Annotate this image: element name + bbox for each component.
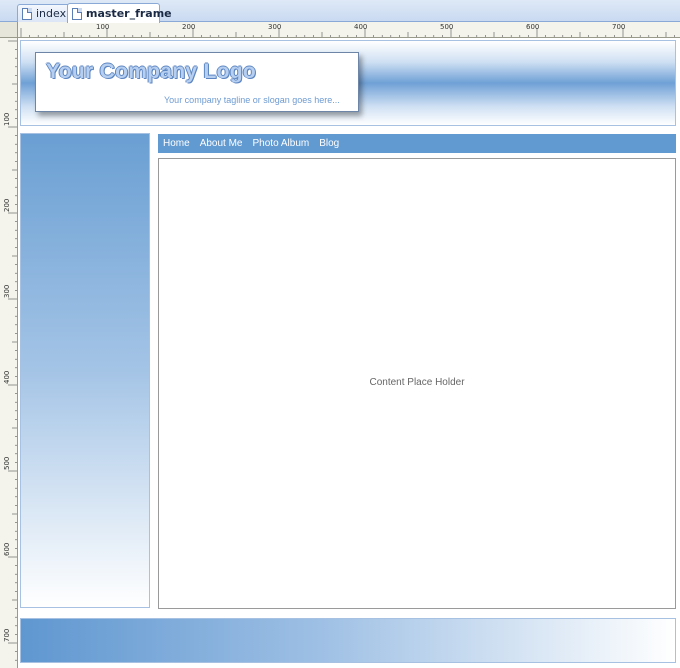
ruler-label: 600 — [3, 543, 11, 556]
tab-master-frame[interactable]: master_frame — [67, 3, 172, 23]
ruler-label: 500 — [3, 457, 11, 470]
tab-label: master_frame — [86, 7, 172, 20]
ruler-label: 400 — [354, 23, 367, 31]
designer-window: index master_frame 100 200 300 400 500 600 700… — [0, 0, 680, 668]
content-placeholder-label: Content Place Holder — [369, 377, 465, 388]
horizontal-ruler-ticks: 100 200 300 400 500 600 700 — [20, 23, 675, 37]
ruler-label: 700 — [3, 629, 11, 642]
ruler-label: 100 — [96, 23, 109, 31]
ruler-label: 100 — [3, 113, 11, 126]
nav-photo-album[interactable]: Photo Album — [253, 138, 310, 149]
nav-about-me[interactable]: About Me — [200, 138, 243, 149]
logo-box[interactable]: Your Company Logo Your company tagline o… — [35, 52, 359, 112]
ruler-label: 300 — [268, 23, 281, 31]
ruler-label: 500 — [440, 23, 453, 31]
document-icon — [22, 7, 32, 20]
vertical-ruler: 100 200 300 400 500 600 700 — [0, 38, 18, 668]
ruler-label: 200 — [3, 199, 11, 212]
ruler-label: 700 — [612, 23, 625, 31]
ruler-label: 300 — [3, 285, 11, 298]
page-header: Your Company Logo Your company tagline o… — [20, 40, 676, 126]
tab-label: index — [36, 7, 67, 20]
document-icon — [72, 7, 82, 20]
vertical-ruler-ticks: 100 200 300 400 500 600 700 — [3, 40, 17, 661]
page-footer — [20, 618, 676, 663]
ruler-label: 200 — [182, 23, 195, 31]
nav-blog[interactable]: Blog — [319, 138, 339, 149]
ruler-label: 600 — [526, 23, 539, 31]
horizontal-ruler: 100 200 300 400 500 600 700 — [18, 22, 680, 38]
ruler-label: 400 — [3, 371, 11, 384]
company-tagline: Your company tagline or slogan goes here… — [164, 95, 340, 105]
company-logo: Your Company Logo — [46, 60, 257, 83]
nav-bar: Home About Me Photo Album Blog — [158, 134, 676, 153]
ruler-corner — [0, 22, 18, 38]
tab-index[interactable]: index — [17, 4, 71, 22]
nav-home[interactable]: Home — [163, 138, 190, 149]
sidebar-panel — [20, 133, 150, 608]
content-placeholder[interactable]: Content Place Holder — [158, 158, 676, 609]
document-tab-strip: index master_frame — [0, 0, 680, 23]
